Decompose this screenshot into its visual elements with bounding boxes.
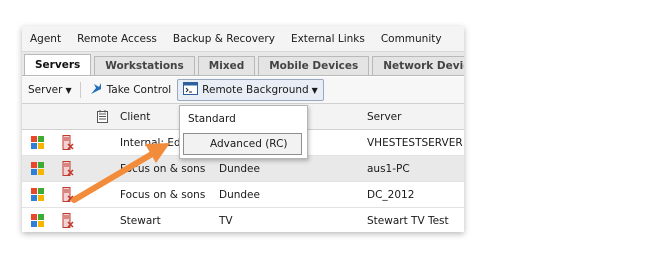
caret-down-icon: ▼ [65, 85, 72, 95]
remote-background-menu: Standard Advanced (RC) [179, 105, 308, 159]
site-cell: Dundee [219, 162, 260, 175]
windows-icon [31, 130, 44, 155]
nav-agent[interactable]: Agent [22, 33, 69, 45]
toolbar: Server ▼ Take Control Remote Background … [22, 77, 464, 104]
column-header-server[interactable]: Server [367, 104, 401, 129]
remote-background-label: Remote Background [202, 84, 309, 96]
server-cell: Stewart TV Test [367, 214, 449, 227]
take-control-button[interactable]: Take Control [83, 82, 178, 99]
terminal-window-icon [183, 82, 199, 98]
server-alert-icon [62, 182, 74, 207]
tab-workstations[interactable]: Workstations [94, 56, 195, 75]
windows-icon [31, 208, 44, 232]
device-tabs: Servers Workstations Mixed Mobile Device… [22, 52, 464, 76]
take-control-icon [89, 82, 103, 99]
column-header-client[interactable]: Client [120, 104, 150, 129]
server-alert-icon [62, 208, 74, 232]
server-alert-icon [62, 130, 74, 155]
client-cell: Internal: Ed [120, 136, 181, 149]
table-row[interactable]: Focus on & sons Dundee DC_2012 [22, 182, 464, 208]
table-row[interactable]: Focus on & sons Dundee aus1-PC [22, 156, 464, 182]
menu-item-advanced-rc[interactable]: Advanced (RC) [183, 133, 302, 155]
app-window: Agent Remote Access Backup & Recovery Ex… [22, 26, 464, 232]
tab-servers[interactable]: Servers [24, 54, 92, 75]
menu-item-standard[interactable]: Standard [180, 107, 305, 131]
client-cell: Stewart [120, 214, 161, 227]
server-menu-button[interactable]: Server ▼ [22, 84, 78, 96]
toolbar-separator [79, 82, 81, 98]
tab-mobile-devices[interactable]: Mobile Devices [258, 56, 370, 75]
caret-down-icon: ▼ [311, 85, 318, 95]
server-cell: DC_2012 [367, 188, 415, 201]
client-cell: Focus on & sons [120, 162, 206, 175]
client-cell: Focus on & sons [120, 188, 206, 201]
server-cell: aus1-PC [367, 162, 410, 175]
server-menu-label: Server [28, 84, 63, 96]
tab-network-devices[interactable]: Network Devices [372, 56, 464, 75]
remote-background-button[interactable]: Remote Background ▼ [177, 79, 324, 101]
notes-icon[interactable] [92, 104, 112, 129]
server-cell: VHESTESTSERVER [367, 136, 463, 149]
nav-external-links[interactable]: External Links [283, 33, 373, 45]
nav-remote-access[interactable]: Remote Access [69, 33, 165, 45]
windows-icon [31, 156, 44, 181]
nav-backup-recovery[interactable]: Backup & Recovery [165, 33, 283, 45]
tab-mixed[interactable]: Mixed [197, 56, 256, 75]
take-control-label: Take Control [106, 84, 172, 96]
table-row[interactable]: Stewart TV Stewart TV Test [22, 208, 464, 232]
top-navigation: Agent Remote Access Backup & Recovery Ex… [22, 26, 464, 52]
site-cell: Dundee [219, 188, 260, 201]
nav-community[interactable]: Community [373, 33, 450, 45]
windows-icon [31, 182, 44, 207]
site-cell: TV [219, 214, 233, 227]
server-alert-icon [62, 156, 74, 181]
